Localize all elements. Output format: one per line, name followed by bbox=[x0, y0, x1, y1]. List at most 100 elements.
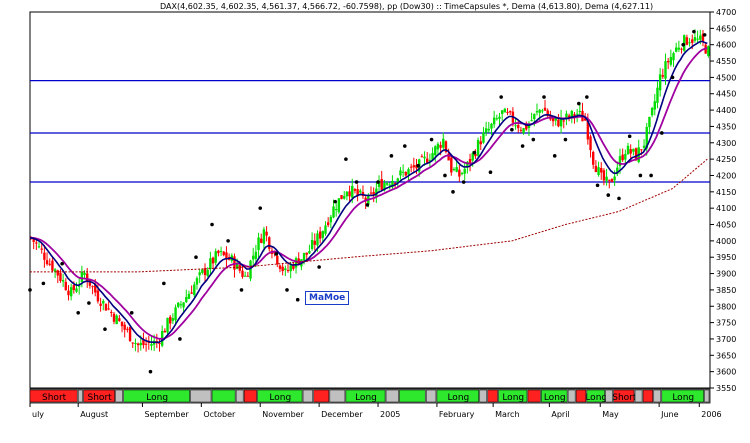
signal-dot bbox=[28, 288, 32, 292]
candle-body-up bbox=[613, 176, 616, 181]
candle-body-up bbox=[484, 128, 488, 133]
y-tick-label: 4300 bbox=[716, 139, 736, 148]
candle-body-up bbox=[359, 190, 362, 193]
signal-label: Long bbox=[355, 393, 377, 403]
candle-body-down bbox=[265, 231, 268, 236]
signal-segment bbox=[235, 389, 244, 403]
candle-body-up bbox=[578, 110, 582, 112]
signal-segment bbox=[115, 389, 123, 403]
signal-segment bbox=[634, 389, 643, 403]
candle-body-up bbox=[658, 74, 662, 91]
candle-body-down bbox=[169, 316, 172, 324]
signal-segment bbox=[77, 389, 83, 403]
candle-body-up bbox=[535, 111, 539, 113]
x-month-label: November bbox=[262, 410, 304, 419]
candle-body-down bbox=[99, 303, 102, 306]
candle-body-up bbox=[343, 196, 346, 199]
candle-body-up bbox=[407, 169, 410, 175]
candle-body-up bbox=[650, 108, 654, 116]
x-month-label: February bbox=[439, 410, 475, 419]
candle-body-down bbox=[43, 252, 46, 260]
signal-dot bbox=[295, 297, 300, 302]
candle-body-up bbox=[482, 132, 485, 143]
candle-body-up bbox=[452, 169, 456, 171]
candle-body-up bbox=[575, 113, 579, 115]
signal-segment bbox=[211, 389, 236, 403]
candle-body-down bbox=[562, 120, 565, 122]
candle-body-down bbox=[222, 251, 225, 256]
candle-body-up bbox=[538, 109, 541, 113]
y-tick-label: 3950 bbox=[716, 253, 736, 262]
candle-body-down bbox=[412, 165, 416, 168]
candle-body-up bbox=[61, 280, 65, 282]
signal-label: Long bbox=[146, 393, 168, 403]
candle-body-up bbox=[262, 229, 266, 244]
candle-body-up bbox=[284, 268, 287, 270]
x-month-label: 2005 bbox=[380, 410, 400, 419]
candle-body-up bbox=[219, 250, 223, 252]
candle-body-down bbox=[691, 39, 694, 43]
candle-body-up bbox=[498, 116, 501, 119]
candle-body-down bbox=[131, 342, 134, 344]
signal-dot bbox=[595, 183, 600, 188]
signal-dot bbox=[577, 101, 581, 106]
candle-body-down bbox=[439, 145, 442, 148]
candle-body-down bbox=[509, 111, 512, 113]
signal-label: Long bbox=[269, 393, 291, 403]
signal-dot bbox=[178, 337, 182, 341]
y-tick-label: 3850 bbox=[716, 286, 736, 295]
candle-body-down bbox=[621, 154, 624, 161]
candle-body-down bbox=[190, 292, 193, 294]
candle-body-down bbox=[557, 119, 560, 127]
y-tick-label: 4250 bbox=[716, 155, 736, 164]
candle-body-up bbox=[214, 251, 217, 263]
candle-body-down bbox=[629, 149, 632, 154]
candle-body-down bbox=[318, 231, 322, 239]
y-tick-label: 4450 bbox=[716, 90, 736, 99]
signal-dot bbox=[617, 196, 621, 201]
signal-segment bbox=[243, 389, 257, 403]
signal-dot bbox=[451, 190, 455, 194]
candle-body-down bbox=[56, 270, 59, 276]
watermark-label: MaMoe bbox=[305, 291, 350, 305]
x-month-label: December bbox=[321, 410, 363, 419]
candle-body-up bbox=[102, 300, 105, 304]
signal-segment bbox=[302, 389, 314, 403]
signal-dot bbox=[692, 29, 696, 34]
signal-dot bbox=[365, 203, 370, 207]
candle-body-down bbox=[126, 328, 129, 330]
candle-body-up bbox=[139, 342, 142, 346]
signal-segment bbox=[385, 389, 399, 403]
signal-dot bbox=[499, 95, 503, 99]
signal-dot bbox=[274, 252, 279, 256]
signal-dot bbox=[76, 311, 80, 315]
signal-dot bbox=[627, 134, 632, 139]
candle-body-up bbox=[166, 317, 169, 333]
signal-dot bbox=[376, 180, 380, 184]
candle-body-down bbox=[35, 242, 38, 244]
candle-body-up bbox=[632, 148, 635, 152]
signal-dot bbox=[681, 42, 686, 47]
y-tick-label: 4050 bbox=[716, 221, 736, 230]
candle-body-up bbox=[476, 140, 480, 156]
y-tick-label: 4500 bbox=[716, 73, 736, 82]
candle-body-down bbox=[241, 270, 244, 277]
candle-body-up bbox=[289, 265, 292, 272]
candle-body-up bbox=[463, 168, 466, 174]
candle-body-down bbox=[661, 75, 665, 77]
candle-body-up bbox=[677, 47, 681, 50]
signal-dot bbox=[542, 95, 546, 99]
candle-body-up bbox=[648, 116, 651, 128]
signal-label: Long bbox=[672, 393, 694, 403]
chart-title: DAX(4,602.35, 4,602.35, 4,561.37, 4,566.… bbox=[160, 2, 654, 11]
signal-label: Short bbox=[88, 393, 113, 403]
candle-body-down bbox=[238, 265, 242, 271]
candle-body-up bbox=[442, 138, 445, 148]
candle-body-up bbox=[177, 302, 180, 307]
candle-body-down bbox=[666, 60, 670, 63]
candle-body-up bbox=[688, 42, 691, 44]
candle-body-up bbox=[656, 87, 659, 103]
candle-body-up bbox=[179, 304, 183, 306]
y-tick-label: 4000 bbox=[716, 237, 736, 246]
candle-body-up bbox=[193, 284, 196, 296]
